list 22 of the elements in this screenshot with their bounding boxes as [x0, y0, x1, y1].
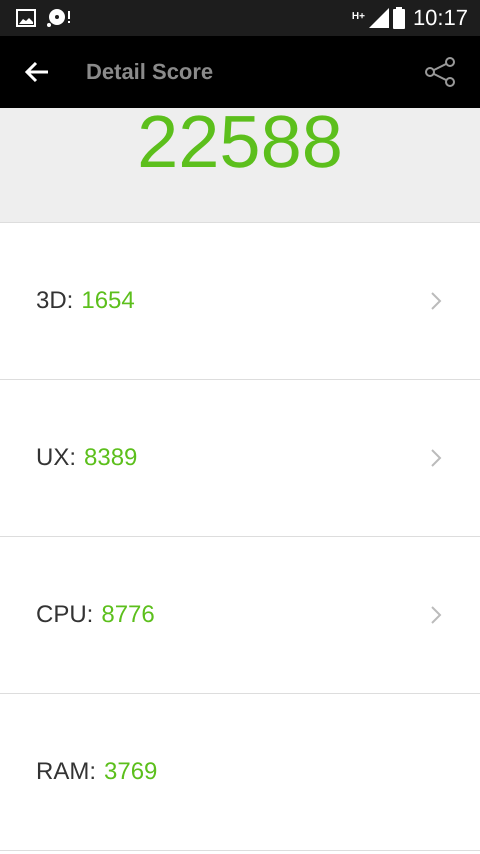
score-value: 3769	[104, 758, 158, 786]
image-icon	[16, 9, 36, 27]
score-value: 8389	[84, 444, 138, 472]
disc-icon	[46, 8, 72, 28]
score-row[interactable]: 3D: 1654	[0, 223, 480, 380]
score-value: 8776	[101, 601, 156, 629]
score-row[interactable]: CPU: 8776	[0, 537, 480, 694]
score-label: UX:	[36, 444, 76, 472]
network-type: H+	[352, 11, 365, 22]
score-label: CPU:	[36, 601, 94, 629]
score-value: 1654	[81, 287, 136, 315]
score-row[interactable]: RAM: 3769	[0, 694, 480, 851]
screen-title: Detail Score	[86, 59, 214, 85]
signal-icon	[368, 8, 389, 28]
share-icon[interactable]	[424, 57, 456, 87]
score-label: 3D:	[36, 287, 74, 315]
score-row[interactable]: UX: 8389	[0, 380, 480, 537]
back-arrow-icon[interactable]	[24, 60, 50, 84]
total-score: 22588	[137, 110, 343, 174]
clock: 10:17	[412, 5, 468, 31]
score-label: RAM:	[36, 758, 96, 786]
battery-icon	[392, 7, 405, 29]
